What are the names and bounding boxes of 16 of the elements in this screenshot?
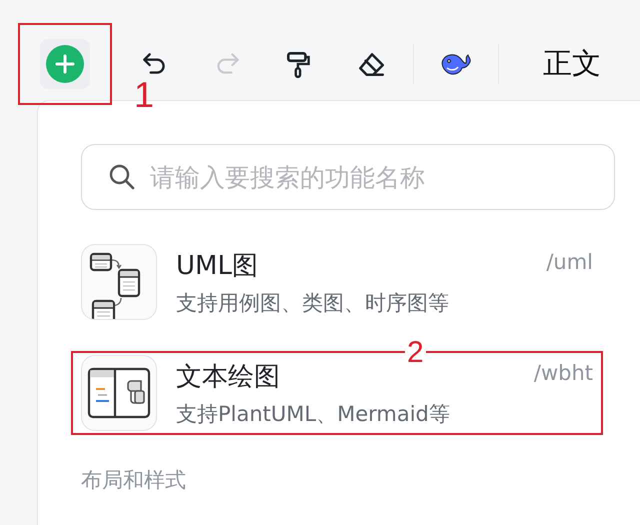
whale-icon[interactable] bbox=[440, 51, 472, 77]
search-field[interactable]: 请输入要搜索的功能名称 bbox=[81, 144, 615, 210]
insert-button[interactable] bbox=[40, 39, 90, 89]
plus-icon bbox=[46, 45, 84, 83]
item-description: 支持用例图、类图、时序图等 bbox=[176, 290, 450, 316]
command-shortcut: /uml bbox=[546, 250, 593, 274]
text-style-dropdown[interactable]: 正文 bbox=[543, 44, 601, 84]
item-description: 支持PlantUML、Mermaid等 bbox=[176, 400, 451, 428]
eraser-icon[interactable] bbox=[356, 50, 386, 78]
step-number: 1 bbox=[134, 77, 154, 113]
menu-item[interactable]: UML图 支持用例图、类图、时序图等 /uml bbox=[81, 244, 593, 320]
item-title: 文本绘图 bbox=[176, 360, 281, 394]
section-title: 布局和样式 bbox=[81, 467, 187, 494]
search-icon bbox=[108, 163, 136, 191]
item-title: UML图 bbox=[176, 250, 259, 282]
command-shortcut: /wbht bbox=[534, 361, 593, 385]
